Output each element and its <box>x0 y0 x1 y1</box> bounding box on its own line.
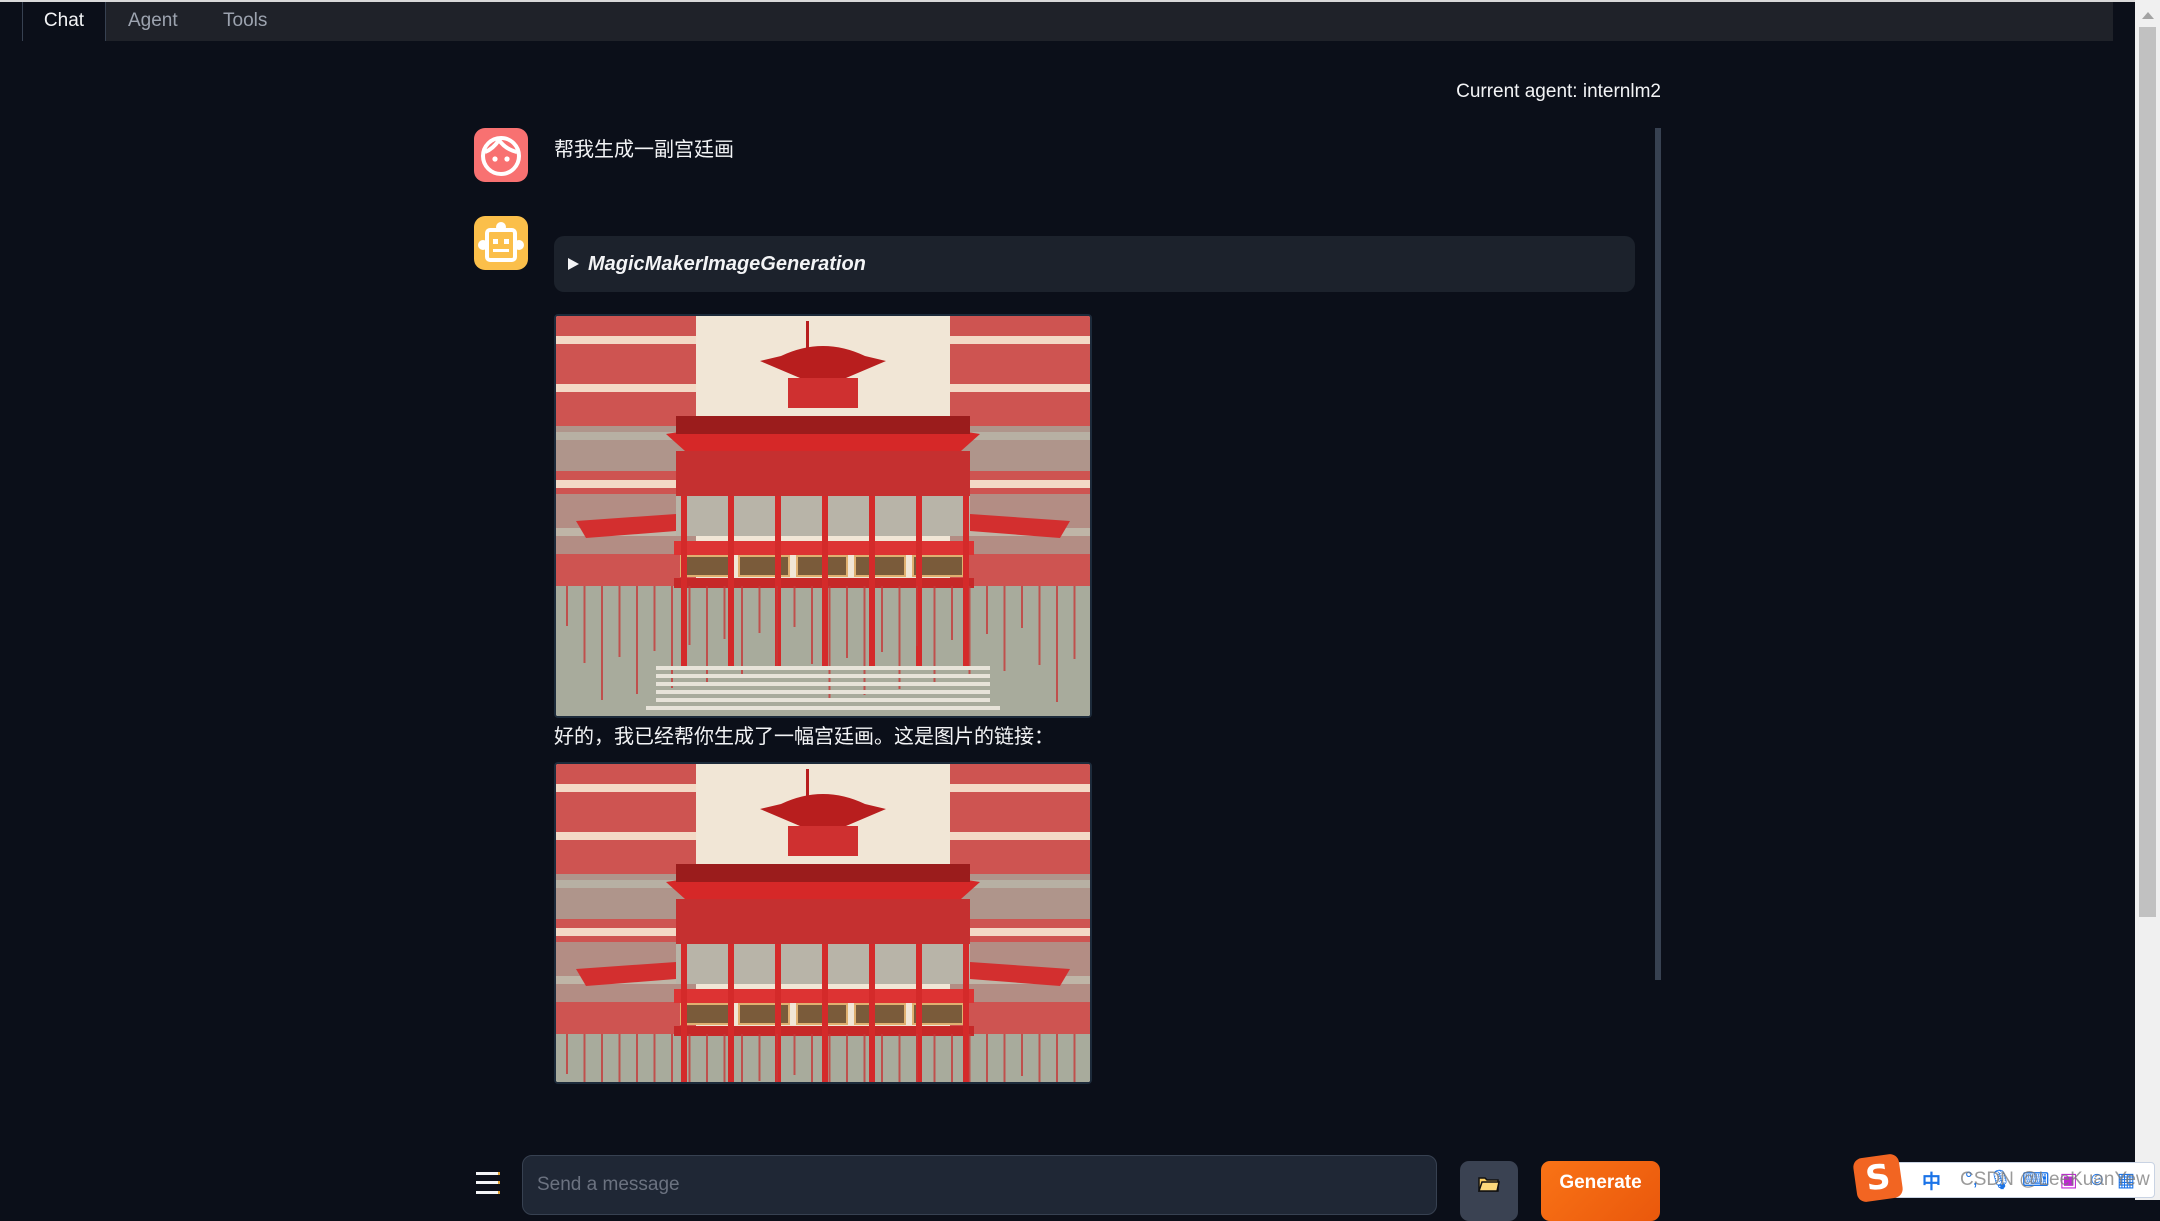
watermark: CSDN @LeeKuanYew <box>1960 1169 2150 1190</box>
generated-image-link-preview[interactable] <box>554 762 1092 1084</box>
palace-image <box>556 764 1090 1082</box>
chat-scrollbar[interactable] <box>1655 128 1661 980</box>
folder-icon <box>1478 1177 1500 1192</box>
generate-button[interactable]: Generate <box>1541 1161 1660 1221</box>
ime-mode-toggle[interactable]: 中 <box>1922 1167 1941 1194</box>
tab-agent[interactable]: Agent <box>128 2 178 41</box>
user-message: 帮我生成一副宫廷画 <box>554 137 734 161</box>
bot-message: 好的，我已经帮你生成了一幅宫廷画。这是图片的链接： <box>554 724 1054 748</box>
tab-chat[interactable]: Chat <box>22 2 106 41</box>
palace-image <box>556 316 1090 716</box>
upload-file-button[interactable] <box>1460 1161 1518 1221</box>
scrollbar-thumb[interactable] <box>2139 27 2156 917</box>
tab-tools[interactable]: Tools <box>223 2 267 41</box>
bot-avatar <box>474 216 528 270</box>
robot-icon <box>478 222 524 262</box>
expand-triangle-icon <box>568 258 579 270</box>
user-face-icon <box>481 136 521 176</box>
page-scrollbar[interactable] <box>2135 0 2160 1200</box>
user-avatar <box>474 128 528 182</box>
current-agent-label: Current agent: internlm2 <box>1456 81 1661 102</box>
message-input[interactable] <box>522 1155 1437 1215</box>
sogou-logo-icon[interactable]: S <box>1852 1153 1904 1203</box>
tool-call-name: MagicMakerImageGeneration <box>588 252 866 275</box>
tab-bar: Chat Agent Tools <box>22 2 2113 41</box>
menu-icon[interactable] <box>476 1172 500 1194</box>
tool-call-collapsible[interactable]: MagicMakerImageGeneration <box>554 236 1635 292</box>
scroll-up-arrow-icon[interactable] <box>2142 12 2154 19</box>
generated-image[interactable] <box>554 314 1092 718</box>
